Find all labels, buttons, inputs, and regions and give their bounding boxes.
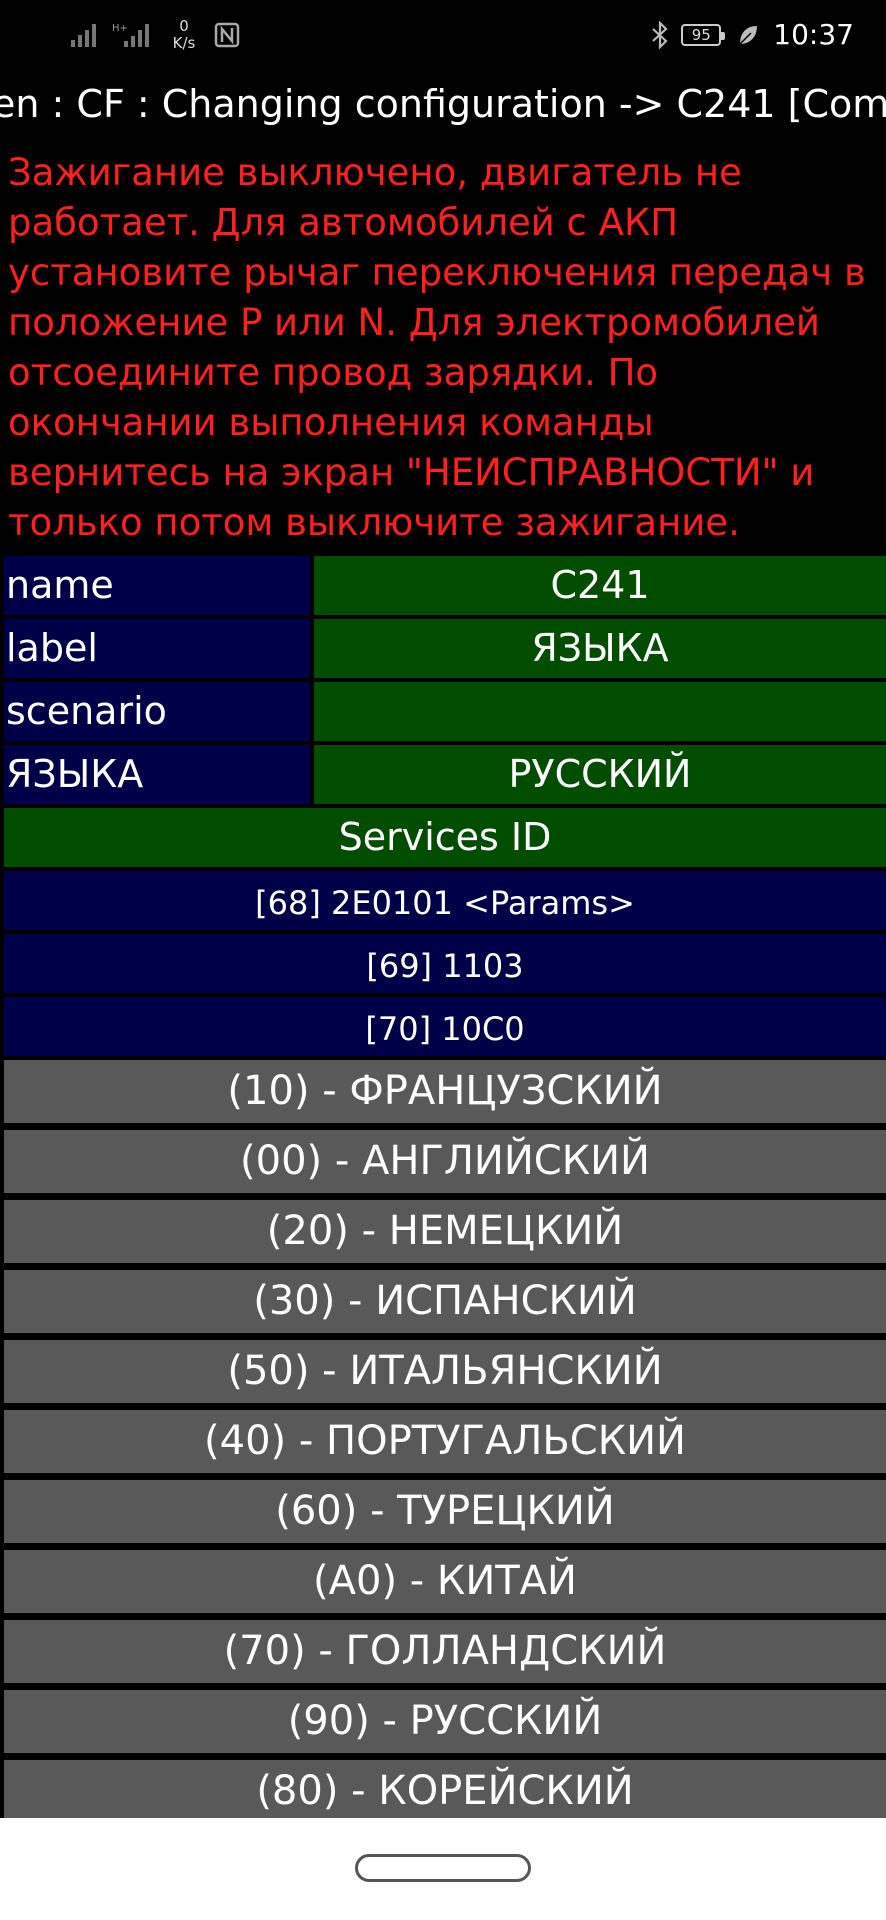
bluetooth-icon	[652, 20, 668, 49]
row-name: name C241	[4, 556, 886, 615]
language-option-button[interactable]: (A0) - КИТАЙ	[4, 1550, 886, 1613]
language-option-button[interactable]: (70) - ГОЛЛАНДСКИЙ	[4, 1620, 886, 1683]
language-option-button[interactable]: (50) - ИТАЛЬЯНСКИЙ	[4, 1340, 886, 1403]
page-title: en : CF : Changing configuration -> C241…	[0, 82, 886, 126]
language-option-button[interactable]: (00) - АНГЛИЙСКИЙ	[4, 1130, 886, 1193]
row-value	[314, 682, 886, 741]
language-option-button[interactable]: (20) - НЕМЕЦКИЙ	[4, 1200, 886, 1263]
service-item: [68] 2E0101 <Params>	[4, 871, 886, 930]
nfc-icon	[214, 22, 240, 48]
battery-indicator: 95	[681, 23, 726, 46]
row-value: C241	[314, 556, 886, 615]
row-key: label	[4, 619, 310, 678]
network-speed-value: 0	[179, 17, 189, 35]
battery-level: 95	[691, 25, 711, 44]
services-id-header: Services ID	[4, 808, 886, 867]
language-option-button[interactable]: (40) - ПОРТУГАЛЬСКИЙ	[4, 1410, 886, 1473]
home-gesture-handle[interactable]	[355, 1854, 531, 1882]
row-key: ЯЗЫКА	[4, 745, 310, 804]
row-value: РУССКИЙ	[314, 745, 886, 804]
leaf-icon	[739, 25, 758, 45]
service-item: [69] 1103	[4, 934, 886, 993]
ignition-warning-text: Зажигание выключено, двигатель не работа…	[8, 151, 866, 544]
language-option-button[interactable]: (60) - ТУРЕЦКИЙ	[4, 1480, 886, 1543]
navigation-bar	[0, 1818, 886, 1920]
status-time: 10:37	[773, 18, 854, 51]
hplus-signal-icon: H+	[112, 23, 149, 47]
row-key: name	[4, 556, 310, 615]
language-option-button[interactable]: (90) - РУССКИЙ	[4, 1690, 886, 1753]
svg-text:H+: H+	[112, 23, 128, 34]
row-scenario: scenario	[4, 682, 886, 741]
status-bar: H+ 0 K/s 95 10:37	[0, 0, 886, 74]
language-option-button[interactable]: (30) - ИСПАНСКИЙ	[4, 1270, 886, 1333]
signal-bars-icon	[71, 24, 96, 47]
config-table: name C241 label ЯЗЫКА scenario ЯЗЫКА РУС…	[4, 556, 886, 1830]
network-speed: 0 K/s	[164, 18, 204, 52]
row-label: label ЯЗЫКА	[4, 619, 886, 678]
language-option-button[interactable]: (10) - ФРАНЦУЗСКИЙ	[4, 1060, 886, 1123]
language-option-button[interactable]: (80) - КОРЕЙСКИЙ	[4, 1760, 886, 1823]
service-item: [70] 10C0	[4, 997, 886, 1056]
network-speed-unit: K/s	[172, 34, 196, 52]
row-value: ЯЗЫКА	[314, 619, 886, 678]
row-key: scenario	[4, 682, 310, 741]
row-language: ЯЗЫКА РУССКИЙ	[4, 745, 886, 804]
